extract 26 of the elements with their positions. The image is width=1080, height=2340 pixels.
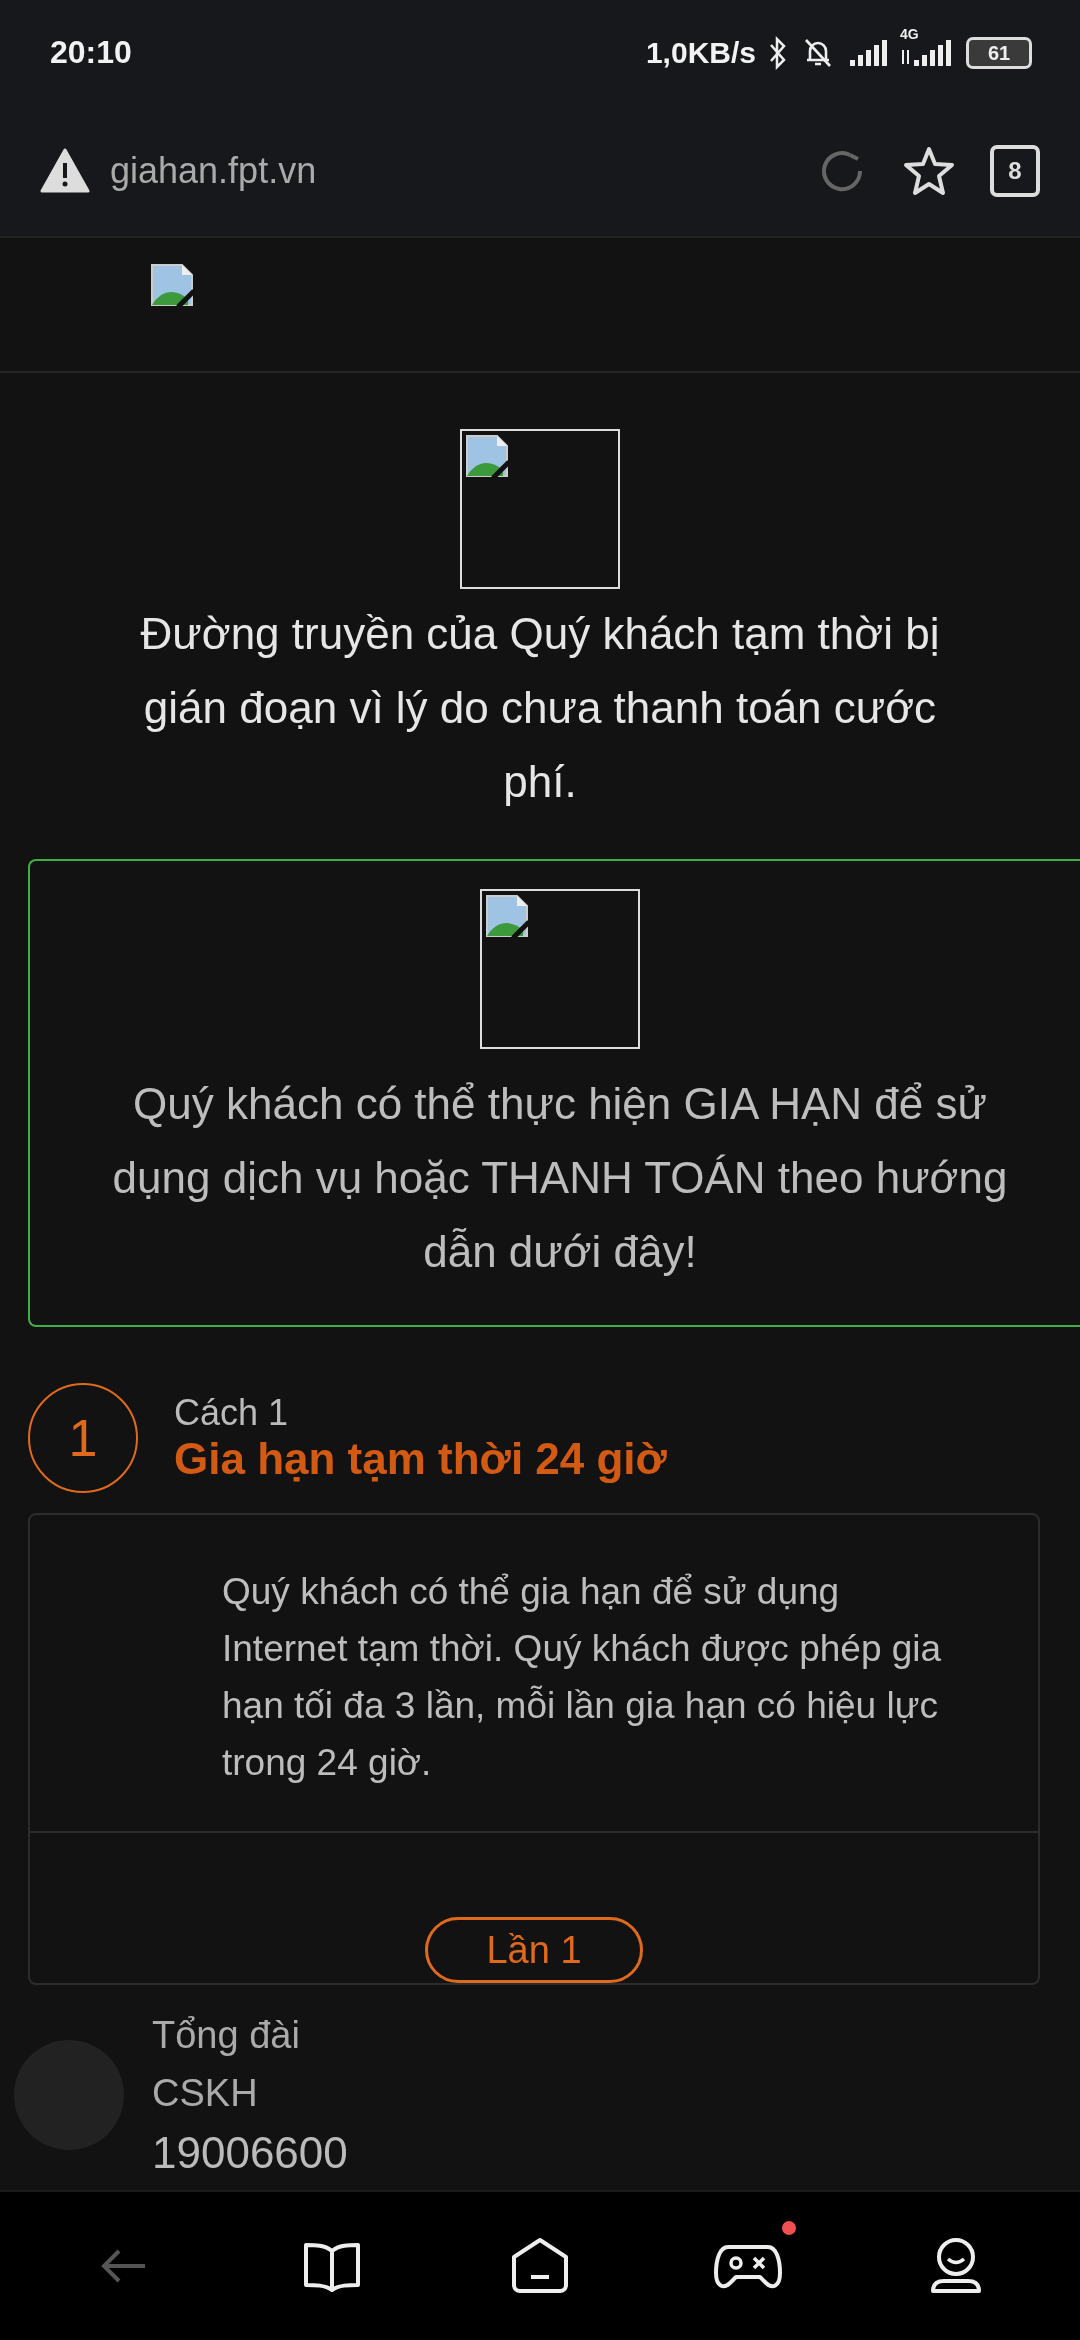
warning-icon	[40, 147, 90, 194]
profile-icon[interactable]	[930, 2237, 982, 2295]
battery-indicator: 61	[966, 36, 1032, 69]
step-number: 1	[28, 1383, 138, 1493]
home-icon[interactable]	[511, 2237, 569, 2295]
url-text[interactable]: giahan.fpt.vn	[110, 149, 317, 192]
step-description: Quý khách có thể gia hạn để sử dụng Internet tạm thời. Quý khách được phép gia hạn tối đa 3 lần, mỗi lần gia hạn có hiệu lực trong 24 giờ.	[30, 1515, 1038, 1833]
step-title: Gia hạn tạm thời 24 giờ	[174, 1434, 667, 1484]
broken-image-icon	[465, 434, 509, 478]
callout-message: Quý khách có thể thực hiện GIA HẠN để sử dụng dịch vụ hoặc THANH TOÁN theo hướng dẫn dưới đây!	[111, 1078, 1009, 1278]
signal-icon	[848, 37, 888, 68]
bluetooth-icon	[768, 35, 788, 70]
star-icon[interactable]	[902, 144, 956, 197]
signal-icon	[900, 37, 954, 68]
broken-image-icon	[150, 263, 194, 307]
step-label: Cách 1	[174, 1392, 290, 1434]
tab-count-button[interactable]: 8	[990, 144, 1040, 197]
network-speed: 1,0KB/s	[645, 35, 756, 70]
broken-image-icon	[485, 894, 529, 938]
status-time: 20:10	[50, 34, 132, 71]
notice-message: Đường truyền của Quý khách tạm thời bị gián đoạn vì lý do chưa thanh toán cước phí.	[139, 608, 941, 808]
renew-button[interactable]: Lần 1	[425, 1917, 643, 1983]
contact-label: Tổng đài	[152, 2013, 301, 2058]
contact-label: CSKH	[152, 2071, 259, 2116]
network-type: 4G	[900, 25, 919, 42]
hotline-number[interactable]: 19006600	[152, 2122, 348, 2184]
